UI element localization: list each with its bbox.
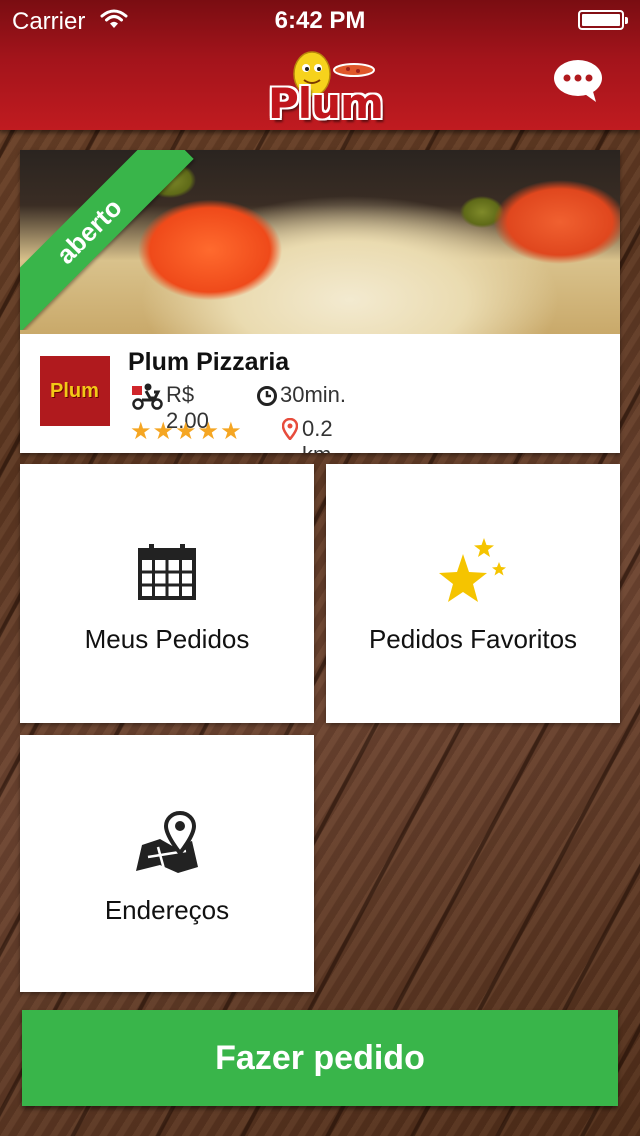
app-logo: Plum bbox=[262, 40, 384, 130]
restaurant-name: Plum Pizzaria bbox=[128, 348, 290, 376]
clock-icon bbox=[256, 385, 278, 413]
stars-icon bbox=[437, 536, 509, 611]
star-rating: ★★★★★ bbox=[130, 417, 243, 446]
chat-bubble-icon bbox=[554, 60, 602, 102]
star-icon: ★ bbox=[130, 418, 153, 445]
star-icon: ★ bbox=[197, 418, 221, 445]
restaurant-logo-thumbnail: Plum bbox=[40, 356, 110, 426]
open-status-ribbon: aberto bbox=[20, 150, 194, 330]
delivery-time: 30min. bbox=[280, 382, 347, 407]
favorite-orders-tile[interactable]: Pedidos Favoritos bbox=[326, 464, 620, 723]
clock: 6:42 PM bbox=[274, 7, 366, 34]
thumbnail-logo-text: Plum bbox=[50, 380, 99, 402]
addresses-label: Endereços bbox=[104, 895, 230, 925]
my-orders-tile[interactable]: Meus Pedidos bbox=[20, 464, 314, 723]
delivery-scooter-icon bbox=[130, 382, 164, 416]
chat-button[interactable] bbox=[552, 58, 604, 104]
place-order-button[interactable]: Fazer pedido bbox=[22, 1010, 618, 1106]
logo-text: Plum bbox=[268, 79, 384, 128]
app-header: Carrier 6:42 PM Plum bbox=[0, 0, 640, 130]
restaurant-card[interactable]: aberto Plum Plum Pizzaria R$ 2.00 30min.… bbox=[20, 150, 620, 453]
restaurant-info: Plum Plum Pizzaria R$ 2.00 30min. ★★★★★ … bbox=[20, 334, 620, 453]
star-icon: ★ bbox=[152, 418, 176, 445]
status-bar: Carrier 6:42 PM bbox=[0, 0, 640, 40]
distance: 0.2 km bbox=[302, 416, 333, 453]
star-icon: ★ bbox=[175, 418, 198, 445]
addresses-tile[interactable]: Endereços bbox=[20, 735, 314, 992]
map-pin-icon bbox=[134, 810, 200, 878]
location-pin-icon bbox=[281, 417, 299, 446]
favorite-orders-label: Pedidos Favoritos bbox=[368, 624, 578, 654]
star-icon: ★ bbox=[220, 418, 243, 445]
calendar-icon bbox=[137, 542, 197, 607]
battery-icon bbox=[578, 10, 628, 30]
my-orders-label: Meus Pedidos bbox=[84, 624, 250, 654]
